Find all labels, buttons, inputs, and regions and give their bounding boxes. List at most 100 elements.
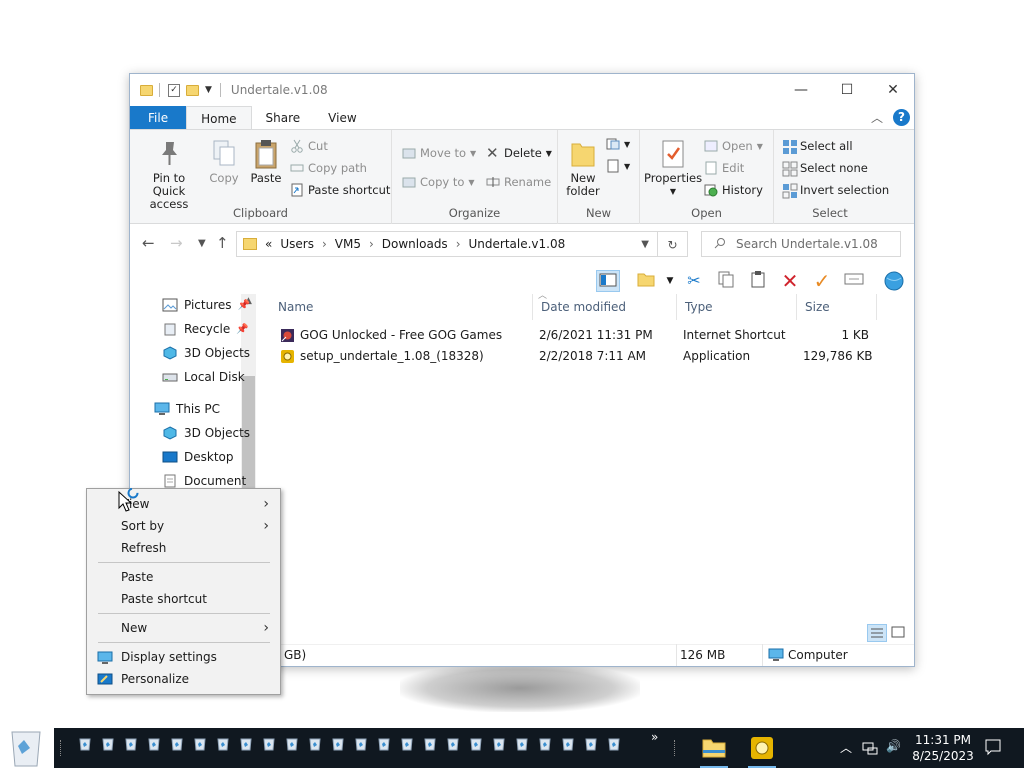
taskbar-recycle-bin-icon[interactable]	[423, 737, 437, 751]
network-icon[interactable]	[862, 740, 878, 768]
globe-icon[interactable]	[882, 270, 906, 292]
select-all-button[interactable]: Select all	[782, 136, 853, 156]
nav-item-recycle[interactable]: Recycle 📌	[162, 318, 249, 340]
folder-options-icon[interactable]	[634, 270, 658, 292]
breadcrumb-current[interactable]: Undertale.v1.08	[469, 237, 566, 251]
tab-file[interactable]: File	[130, 106, 187, 129]
taskbar-recycle-bin-icon[interactable]	[216, 737, 230, 751]
nav-item-this-pc[interactable]: This PC	[154, 398, 220, 420]
menu-item-personalize[interactable]: Personalize	[88, 668, 279, 690]
new-folder-quick-icon[interactable]	[186, 84, 199, 96]
paste-shortcut-button[interactable]: Paste shortcut	[290, 180, 390, 200]
nav-item-desktop[interactable]: Desktop	[162, 446, 234, 468]
select-none-button[interactable]: Select none	[782, 158, 868, 178]
taskbar-recycle-bin-icon[interactable]	[239, 737, 253, 751]
collapse-ribbon-icon[interactable]: ︿	[871, 109, 883, 126]
taskbar-recycle-bin-icon[interactable]	[446, 737, 460, 751]
breadcrumb-separator-icon[interactable]: ›	[369, 237, 374, 251]
folder-options-dropdown-icon[interactable]: ▼	[658, 270, 682, 292]
quick-access-dropdown-icon[interactable]: ▼	[205, 85, 212, 95]
taskbar-recycle-bin-icon[interactable]	[331, 737, 345, 751]
tab-home[interactable]: Home	[186, 106, 252, 129]
menu-item-display-settings[interactable]: Display settings	[88, 646, 279, 668]
history-button[interactable]: History	[704, 180, 763, 200]
open-button[interactable]: Open ▼	[704, 136, 763, 156]
menu-item-sort-by[interactable]: Sort by ›	[88, 515, 279, 537]
details-view-icon[interactable]	[867, 624, 887, 642]
refresh-button[interactable]: ↻	[658, 231, 688, 257]
up-arrow-icon[interactable]: ↑	[216, 234, 229, 252]
copy-button[interactable]: Copy	[206, 138, 242, 185]
properties-check-icon[interactable]: ✓	[810, 270, 834, 292]
taskbar-clock[interactable]: 11:31 PM 8/25/2023	[909, 732, 977, 764]
copy-icon[interactable]	[714, 270, 738, 292]
taskbar-recycle-bin-icon[interactable]	[78, 737, 92, 751]
invert-selection-button[interactable]: Invert selection	[782, 180, 889, 200]
cut-icon[interactable]: ✂	[682, 270, 706, 292]
copy-path-button[interactable]: Copy path	[290, 158, 367, 178]
taskbar-recycle-bin-icon[interactable]	[561, 737, 575, 751]
menu-item-paste[interactable]: Paste	[88, 566, 279, 588]
taskbar-recycle-bin-icon[interactable]	[607, 737, 621, 751]
breadcrumb-separator-icon[interactable]: ›	[322, 237, 327, 251]
taskbar-recycle-bin-icon[interactable]	[101, 737, 115, 751]
nav-item-pc-3d-objects[interactable]: 3D Objects	[162, 422, 250, 444]
pin-quick-access-button[interactable]: Pin to Quick access	[136, 138, 202, 211]
search-input[interactable]: Search Undertale.v1.08	[701, 231, 901, 257]
maximize-button[interactable]: ☐	[824, 74, 870, 106]
delete-icon[interactable]: ✕	[778, 270, 802, 292]
taskbar-grip[interactable]	[60, 740, 62, 756]
taskbar-grip[interactable]	[674, 740, 676, 756]
copy-to-button[interactable]: Copy to ▼	[402, 172, 475, 192]
breadcrumb-users[interactable]: Users	[280, 237, 314, 251]
taskbar-recycle-bin-icon[interactable]	[492, 737, 506, 751]
taskbar-recycle-bin-icon[interactable]	[147, 737, 161, 751]
move-to-button[interactable]: Move to ▼	[402, 143, 476, 163]
preview-pane-icon[interactable]	[596, 270, 620, 292]
easy-access-button[interactable]: ▼	[606, 156, 630, 176]
close-button[interactable]: ✕	[870, 74, 914, 106]
taskbar-recycle-bin-icon[interactable]	[584, 737, 598, 751]
file-explorer-taskbar-button[interactable]	[692, 728, 736, 768]
nav-item-3d-objects[interactable]: 3D Objects	[162, 342, 250, 364]
help-icon[interactable]: ?	[893, 109, 910, 126]
taskbar-recycle-bin-icon[interactable]	[400, 737, 414, 751]
address-bar[interactable]: « Users › VM5 › Downloads › Undertale.v1…	[236, 231, 658, 257]
breadcrumb-vm5[interactable]: VM5	[335, 237, 361, 251]
taskbar-recycle-bin-icon[interactable]	[285, 737, 299, 751]
large-icons-view-icon[interactable]	[889, 624, 909, 642]
edit-button[interactable]: Edit	[704, 158, 744, 178]
column-header-date-modified[interactable]: Date modified	[533, 294, 677, 320]
menu-item-view[interactable]: View ›	[88, 493, 279, 515]
file-row[interactable]: GOG Unlocked - Free GOG Games 2/6/2021 1…	[270, 325, 910, 346]
column-header-size[interactable]: Size	[797, 294, 877, 320]
properties-check-icon[interactable]: ✓	[168, 83, 180, 97]
taskbar-recycle-bin-icon[interactable]	[193, 737, 207, 751]
forward-arrow-icon[interactable]: →	[170, 234, 183, 252]
breadcrumb-separator-icon[interactable]: ›	[456, 237, 461, 251]
menu-item-new[interactable]: New ›	[88, 617, 279, 639]
breadcrumb-overflow[interactable]: «	[265, 237, 272, 251]
taskbar-recycle-bin-icon[interactable]	[308, 737, 322, 751]
taskbar-overflow-icon[interactable]: »	[651, 730, 658, 744]
tab-share[interactable]: Share	[252, 106, 315, 129]
rename-icon[interactable]	[842, 270, 866, 292]
taskbar-recycle-bin-icon[interactable]	[354, 737, 368, 751]
minimize-button[interactable]: —	[778, 74, 824, 106]
title-bar[interactable]: ✓ ▼ Undertale.v1.08 — ☐ ✕	[130, 74, 914, 106]
file-row[interactable]: setup_undertale_1.08_(18328) 2/2/2018 7:…	[270, 346, 910, 367]
paste-button[interactable]: Paste	[246, 138, 286, 185]
volume-icon[interactable]: 🔊	[886, 739, 901, 768]
tab-view[interactable]: View	[314, 106, 370, 129]
setup-taskbar-button[interactable]	[740, 728, 784, 768]
new-folder-button[interactable]: New folder	[562, 138, 604, 198]
cut-button[interactable]: Cut	[290, 136, 328, 156]
properties-button[interactable]: Properties ▼	[644, 138, 702, 198]
breadcrumb-downloads[interactable]: Downloads	[382, 237, 448, 251]
menu-item-refresh[interactable]: Refresh	[88, 537, 279, 559]
taskbar-recycle-bin-icon[interactable]	[262, 737, 276, 751]
rename-button[interactable]: Rename	[486, 172, 551, 192]
delete-button[interactable]: ✕ Delete ▼	[486, 143, 552, 163]
new-item-button[interactable]: ▼	[606, 134, 630, 154]
taskbar-recycle-bin-icon[interactable]	[377, 737, 391, 751]
